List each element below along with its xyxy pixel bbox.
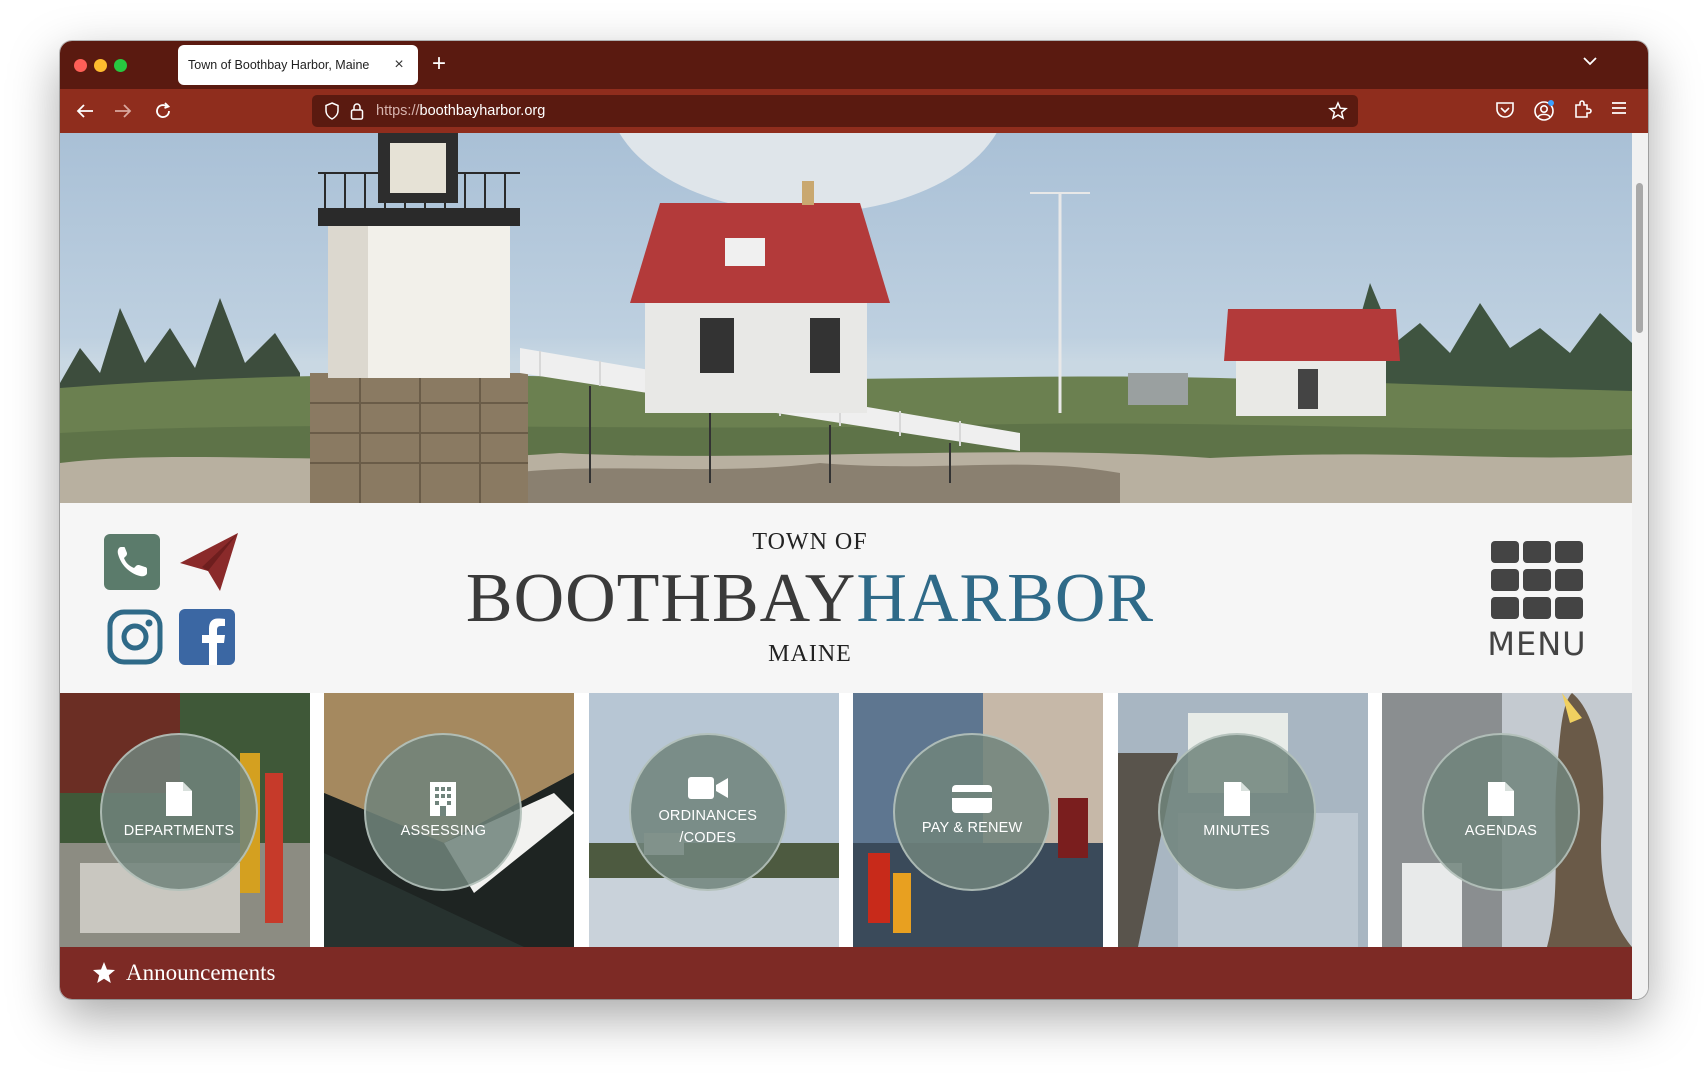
site-logo[interactable]: TOWN OF BOOTHBAYHARBOR MAINE xyxy=(380,503,1240,693)
brand-harbor: HARBOR xyxy=(856,560,1155,637)
tile-departments[interactable]: DEPARTMENTS xyxy=(60,693,310,947)
document-icon xyxy=(1223,782,1250,816)
paper-plane-icon[interactable] xyxy=(176,529,242,595)
extensions-icon[interactable] xyxy=(1571,99,1595,123)
video-camera-icon xyxy=(687,777,728,799)
tile-departments-button[interactable]: DEPARTMENTS xyxy=(100,733,258,891)
tile-agendas-button[interactable]: AGENDAS xyxy=(1421,733,1580,891)
tile-assessing-label: ASSESSING xyxy=(400,823,487,839)
tile-agendas[interactable]: AGENDAS xyxy=(1381,693,1632,947)
brand-maine: MAINE xyxy=(768,641,852,667)
tile-assessing[interactable]: ASSESSING xyxy=(324,693,575,947)
document-icon xyxy=(1487,782,1514,816)
tab-list-chevron-icon[interactable] xyxy=(1582,53,1598,69)
star-icon xyxy=(93,962,115,983)
tile-ordinances-button[interactable]: ORDINANCES /CODES xyxy=(628,733,787,891)
announcements-label: Announcements xyxy=(126,960,276,985)
forward-arrow-icon[interactable] xyxy=(110,98,136,124)
building-icon xyxy=(430,782,457,816)
tile-pay-renew[interactable]: PAY & RENEW xyxy=(853,693,1104,947)
browser-toolbar: https://boothbayharbor.org xyxy=(60,89,1648,133)
tile-pay-renew-button[interactable]: PAY & RENEW xyxy=(893,733,1052,891)
site-header: TOWN OF BOOTHBAYHARBOR MAINE MENU xyxy=(60,503,1632,693)
close-window-button[interactable] xyxy=(74,59,87,72)
url-host: boothbayharbor.org xyxy=(419,103,546,119)
page-scrollbar[interactable] xyxy=(1632,133,1648,999)
instagram-icon[interactable] xyxy=(107,609,165,667)
account-icon[interactable] xyxy=(1532,99,1556,123)
grid-menu-icon xyxy=(1491,541,1583,619)
lock-icon[interactable] xyxy=(350,102,364,125)
page-content: TOWN OF BOOTHBAYHARBOR MAINE MENU DEPART… xyxy=(60,133,1632,999)
minimize-window-button[interactable] xyxy=(94,59,107,72)
quick-links: DEPARTMENTS ASSESSING ORDINANCES /CODES … xyxy=(60,693,1632,947)
tab-close-icon[interactable]: × xyxy=(390,56,408,74)
zoom-window-button[interactable] xyxy=(114,59,127,72)
browser-window: Town of Boothbay Harbor, Maine × + https… xyxy=(60,41,1648,999)
tile-ordinances-label: ORDINANCES /CODES xyxy=(658,808,758,846)
url-bar[interactable]: https://boothbayharbor.org xyxy=(312,95,1358,127)
brand-town-of: TOWN OF xyxy=(752,529,868,555)
menu-button[interactable]: MENU xyxy=(1487,539,1587,669)
facebook-icon[interactable] xyxy=(179,609,235,665)
new-tab-button[interactable]: + xyxy=(432,50,446,78)
document-icon xyxy=(166,782,192,816)
tile-minutes[interactable]: MINUTES xyxy=(1117,693,1368,947)
shield-icon[interactable] xyxy=(324,102,340,125)
credit-card-icon xyxy=(952,785,993,813)
tile-departments-label: DEPARTMENTS xyxy=(123,823,235,839)
phone-icon[interactable] xyxy=(103,533,161,591)
tile-pay-renew-label: PAY & RENEW xyxy=(921,820,1023,836)
hamburger-menu-icon[interactable] xyxy=(1610,99,1634,123)
tab-strip: Town of Boothbay Harbor, Maine × + xyxy=(60,41,1648,89)
url-scheme: https:// xyxy=(376,103,420,119)
active-tab[interactable]: Town of Boothbay Harbor, Maine × xyxy=(178,45,418,85)
tile-minutes-button[interactable]: MINUTES xyxy=(1157,733,1316,891)
hero-lighthouse-image xyxy=(60,133,1632,503)
pocket-icon[interactable] xyxy=(1494,99,1518,123)
tile-assessing-button[interactable]: ASSESSING xyxy=(364,733,523,891)
tile-minutes-label: MINUTES xyxy=(1203,823,1270,839)
back-arrow-icon[interactable] xyxy=(72,98,98,124)
reload-icon[interactable] xyxy=(150,98,176,124)
brand-boothbay: BOOTHBAY xyxy=(465,560,857,637)
scrollbar-thumb[interactable] xyxy=(1636,183,1643,333)
tab-title: Town of Boothbay Harbor, Maine xyxy=(188,58,370,72)
tile-agendas-label: AGENDAS xyxy=(1464,823,1538,839)
brand-name: BOOTHBAYHARBOR xyxy=(380,561,1240,637)
announcements-bar[interactable]: Announcements xyxy=(60,947,1632,999)
bookmark-star-icon[interactable] xyxy=(1328,101,1348,126)
menu-label: MENU xyxy=(1487,625,1587,663)
tile-ordinances[interactable]: ORDINANCES /CODES xyxy=(588,693,839,947)
